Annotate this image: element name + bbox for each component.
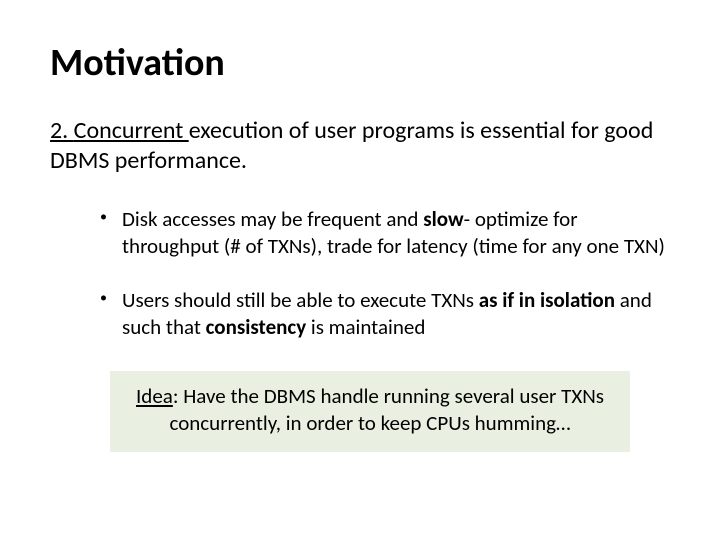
list-item: Disk accesses may be frequent and slow- … — [100, 206, 670, 261]
list-item: Users should still be able to execute TX… — [100, 287, 670, 342]
idea-label: Idea — [136, 383, 173, 409]
bullet-bold: consistency — [206, 314, 311, 340]
idea-text: : Have the DBMS handle running several u… — [169, 383, 604, 436]
bullet-bold: slow — [423, 206, 463, 232]
bullet-list: Disk accesses may be frequent and slow- … — [50, 206, 670, 341]
lead-paragraph: 2. Concurrent execution of user programs… — [50, 116, 670, 176]
lead-keyword: Concurrent — [74, 116, 189, 145]
bullet-text: Disk accesses may be frequent and — [122, 206, 423, 232]
idea-callout: Idea: Have the DBMS handle running sever… — [110, 371, 630, 452]
bullet-text: is maintained — [311, 314, 425, 340]
lead-number: 2. — [50, 116, 74, 145]
bullet-bold: as if in isolation — [479, 287, 620, 313]
bullet-text: Users should still be able to execute TX… — [122, 287, 479, 313]
slide-title: Motivation — [50, 40, 670, 86]
